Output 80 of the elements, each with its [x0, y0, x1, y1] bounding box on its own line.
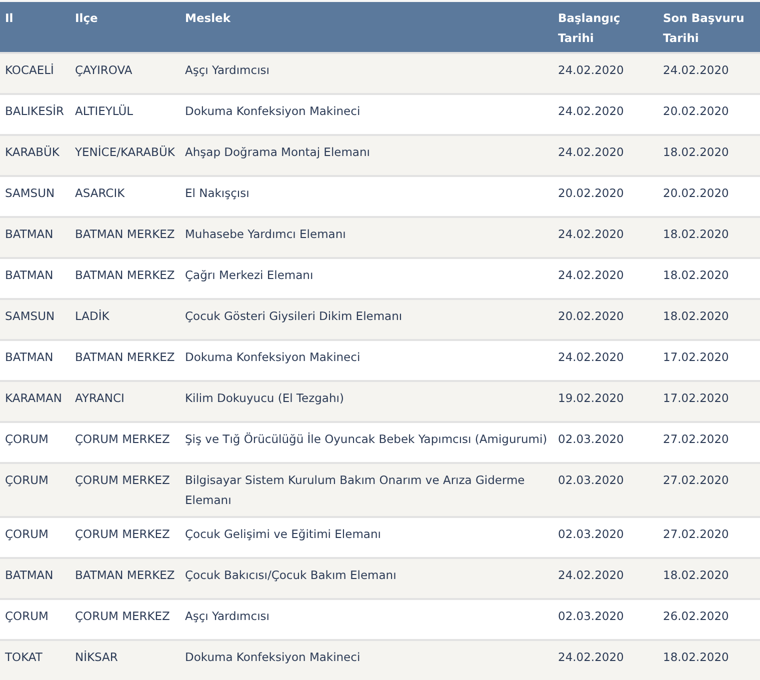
- table-cell: Dokuma Konfeksiyon Makineci: [180, 340, 553, 381]
- table-cell: YENİCE/KARABÜK: [70, 135, 180, 176]
- table-cell: 27.02.2020: [658, 463, 760, 517]
- column-header: Son Başvuru Tarihi: [658, 2, 760, 53]
- table-cell: 24.02.2020: [553, 135, 658, 176]
- table-cell: Çocuk Gelişimi ve Eğitimi Elemanı: [180, 517, 553, 558]
- table-cell: 02.03.2020: [553, 422, 658, 463]
- table-cell: BATMAN: [0, 558, 70, 599]
- table-cell: Çocuk Bakıcısı/Çocuk Bakım Elemanı: [180, 558, 553, 599]
- table-cell: El Nakışçısı: [180, 176, 553, 217]
- table-cell: 20.02.2020: [553, 299, 658, 340]
- table-cell: TOKAT: [0, 640, 70, 680]
- table-cell: 24.02.2020: [553, 53, 658, 94]
- table-cell: BATMAN MERKEZ: [70, 217, 180, 258]
- table-cell: 18.02.2020: [658, 558, 760, 599]
- table-cell: 20.02.2020: [553, 176, 658, 217]
- table-cell: ÇORUM: [0, 463, 70, 517]
- table-cell: ÇORUM MERKEZ: [70, 517, 180, 558]
- table-cell: KARABÜK: [0, 135, 70, 176]
- table-cell: 18.02.2020: [658, 135, 760, 176]
- table-cell: 02.03.2020: [553, 463, 658, 517]
- table-cell: 20.02.2020: [658, 94, 760, 135]
- table-cell: 27.02.2020: [658, 517, 760, 558]
- table-cell: LADİK: [70, 299, 180, 340]
- table-cell: 17.02.2020: [658, 340, 760, 381]
- table-cell: Muhasebe Yardımcı Elemanı: [180, 217, 553, 258]
- table-cell: 02.03.2020: [553, 517, 658, 558]
- table-cell: Dokuma Konfeksiyon Makineci: [180, 94, 553, 135]
- table-cell: 17.02.2020: [658, 381, 760, 422]
- table-cell: KARAMAN: [0, 381, 70, 422]
- table-cell: 24.02.2020: [553, 640, 658, 680]
- table-cell: Aşçı Yardımcısı: [180, 53, 553, 94]
- table-cell: 26.02.2020: [658, 599, 760, 640]
- table-cell: ASARCIK: [70, 176, 180, 217]
- table-cell: KOCAELİ: [0, 53, 70, 94]
- table-cell: 24.02.2020: [553, 258, 658, 299]
- column-header: Meslek: [180, 2, 553, 53]
- table-cell: SAMSUN: [0, 176, 70, 217]
- table-cell: BALIKESİR: [0, 94, 70, 135]
- column-header: Il: [0, 2, 70, 53]
- table-cell: 24.02.2020: [658, 53, 760, 94]
- table-cell: 18.02.2020: [658, 217, 760, 258]
- table-cell: BATMAN MERKEZ: [70, 258, 180, 299]
- table-cell: 18.02.2020: [658, 258, 760, 299]
- table-cell: BATMAN: [0, 258, 70, 299]
- table-cell: ÇORUM: [0, 599, 70, 640]
- table-cell: Şiş ve Tığ Örücülüğü İle Oyuncak Bebek Yapımcısı (Amigurumi): [180, 422, 553, 463]
- table-cell: BATMAN MERKEZ: [70, 558, 180, 599]
- table-cell: NİKSAR: [70, 640, 180, 680]
- table-cell: Dokuma Konfeksiyon Makineci: [180, 640, 553, 680]
- table-cell: AYRANCI: [70, 381, 180, 422]
- table-cell: 27.02.2020: [658, 422, 760, 463]
- table-cell: 18.02.2020: [658, 299, 760, 340]
- table-cell: Ahşap Doğrama Montaj Elemanı: [180, 135, 553, 176]
- table-cell: ÇORUM MERKEZ: [70, 463, 180, 517]
- table-cell: ÇORUM: [0, 517, 70, 558]
- table-cell: Aşçı Yardımcısı: [180, 599, 553, 640]
- table-cell: BATMAN: [0, 217, 70, 258]
- table-cell: 19.02.2020: [553, 381, 658, 422]
- table-cell: Çağrı Merkezi Elemanı: [180, 258, 553, 299]
- table-cell: Kilim Dokuyucu (El Tezgahı): [180, 381, 553, 422]
- table-cell: Çocuk Gösteri Giysileri Dikim Elemanı: [180, 299, 553, 340]
- table-cell: 24.02.2020: [553, 217, 658, 258]
- table-cell: Bilgisayar Sistem Kurulum Bakım Onarım ve Arıza Giderme Elemanı: [180, 463, 553, 517]
- table-cell: 24.02.2020: [553, 340, 658, 381]
- table-cell: ÇORUM: [0, 422, 70, 463]
- table-cell: 02.03.2020: [553, 599, 658, 640]
- table-cell: BATMAN MERKEZ: [70, 340, 180, 381]
- table-cell: 18.02.2020: [658, 640, 760, 680]
- table-cell: ÇORUM MERKEZ: [70, 422, 180, 463]
- table-cell: ÇORUM MERKEZ: [70, 599, 180, 640]
- table-cell: 24.02.2020: [553, 558, 658, 599]
- table-cell: SAMSUN: [0, 299, 70, 340]
- table-cell: ÇAYIROVA: [70, 53, 180, 94]
- table-cell: 24.02.2020: [553, 94, 658, 135]
- column-header: Başlangıç Tarihi: [553, 2, 658, 53]
- table-cell: BATMAN: [0, 340, 70, 381]
- column-header: Ilçe: [70, 2, 180, 53]
- table-cell: ALTIEYLÜL: [70, 94, 180, 135]
- table-cell: 20.02.2020: [658, 176, 760, 217]
